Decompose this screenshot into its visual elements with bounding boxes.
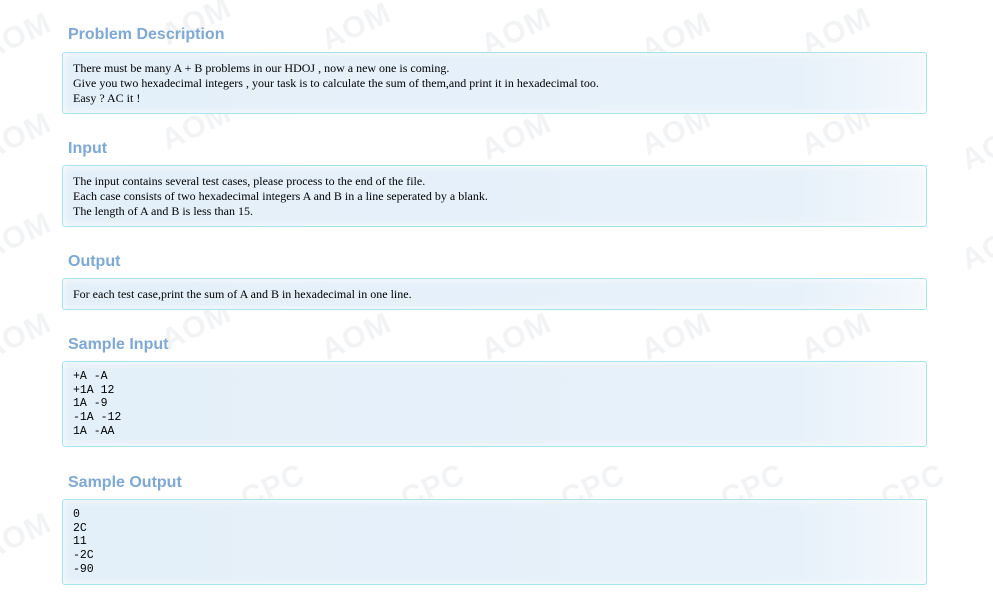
sample-output-text: 0 2C 11 -2C -90 — [73, 508, 94, 576]
watermark-text: AOM — [796, 306, 877, 367]
description-line: There must be many A + B problems in our… — [73, 61, 450, 75]
output-title: Output — [68, 253, 121, 270]
watermark-text: AOM — [636, 306, 717, 367]
sample-output-title: Sample Output — [68, 474, 182, 491]
problem-description-title: Problem Description — [68, 26, 225, 43]
output-line: For each test case,print the sum of A an… — [73, 287, 412, 301]
watermark-text: AOM — [956, 216, 993, 277]
watermark-text: AOM — [0, 306, 57, 367]
sample-input-text: +A -A +1A 12 1A -9 -1A -12 1A -AA — [73, 370, 122, 438]
watermark-text: AOM — [0, 506, 57, 567]
watermark-text: AOM — [316, 306, 397, 367]
sample-input-title: Sample Input — [68, 336, 169, 353]
input-panel: The input contains several test cases, p… — [62, 165, 927, 227]
input-title: Input — [68, 140, 108, 157]
description-line: Give you two hexadecimal integers , your… — [73, 76, 599, 90]
watermark-text: AOM — [0, 106, 57, 167]
input-line: The input contains several test cases, p… — [73, 174, 426, 188]
watermark-text: AOM — [476, 106, 557, 167]
watermark-text: AOM — [956, 116, 993, 177]
watermark-text: AOM — [0, 6, 57, 67]
problem-description-panel: There must be many A + B problems in our… — [62, 52, 927, 114]
input-line: The length of A and B is less than 15. — [73, 204, 253, 218]
output-panel: For each test case,print the sum of A an… — [62, 278, 927, 310]
sample-input-panel: +A -A +1A 12 1A -9 -1A -12 1A -AA — [62, 361, 927, 447]
sample-output-panel: 0 2C 11 -2C -90 — [62, 499, 927, 585]
watermark-text: AOM — [316, 0, 397, 57]
watermark-text: AOM — [0, 206, 57, 267]
watermark-text: AOM — [476, 306, 557, 367]
input-line: Each case consists of two hexadecimal in… — [73, 189, 488, 203]
description-line: Easy ? AC it ! — [73, 91, 141, 105]
